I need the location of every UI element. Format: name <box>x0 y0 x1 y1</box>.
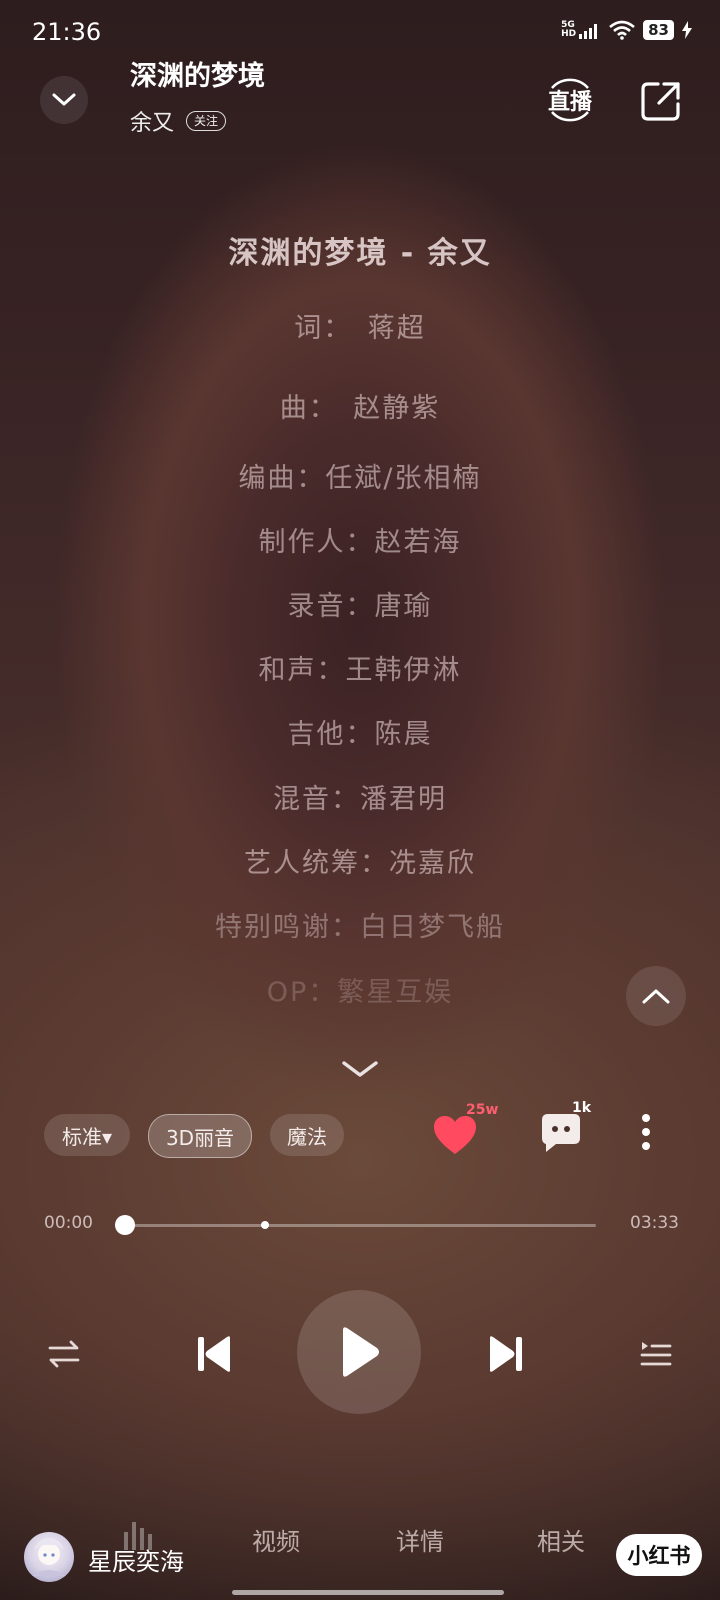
chevron-down-icon <box>52 93 76 106</box>
play-icon <box>343 1327 379 1377</box>
cellular-signal-icon <box>579 24 598 39</box>
current-time: 00:00 <box>44 1213 93 1233</box>
comments-count: 1k <box>572 1100 592 1116</box>
progress-marker <box>261 1221 269 1229</box>
follow-button[interactable]: 关注 <box>186 111 227 131</box>
collapse-button[interactable] <box>40 76 88 124</box>
more-options-button[interactable] <box>640 1112 652 1152</box>
signal-indicator: 5G HD <box>561 21 601 39</box>
comment-button[interactable]: 1k <box>540 1100 591 1154</box>
quality-selector[interactable]: 标准▾ <box>44 1114 130 1156</box>
likes-count: 25w <box>466 1102 499 1118</box>
artist-row: 余又 关注 <box>130 105 227 137</box>
artist-name[interactable]: 余又 <box>130 105 174 137</box>
play-mode-button[interactable] <box>44 1334 84 1374</box>
lyric-line[interactable]: 混音：潘君明 <box>0 777 720 816</box>
lyric-line[interactable]: 艺人统筹：冼嘉欣 <box>0 841 720 880</box>
share-icon <box>641 82 680 121</box>
comment-icon <box>542 1114 580 1152</box>
more-vertical-icon <box>642 1114 650 1150</box>
repeat-order-icon <box>48 1340 80 1368</box>
battery-level: 83 <box>643 20 674 40</box>
scroll-up-button[interactable] <box>626 966 686 1026</box>
lyric-line[interactable]: 特别鸣谢：白日梦飞船 <box>0 905 720 944</box>
chevron-up-icon <box>642 989 670 1004</box>
song-title: 深渊的梦境 <box>130 61 265 92</box>
lyric-line[interactable]: 曲： 赵静紫 <box>0 386 720 425</box>
tab-details[interactable]: 详情 <box>396 1522 444 1557</box>
lyric-line[interactable]: 词： 蒋超 <box>0 306 720 345</box>
heart-icon <box>434 1116 476 1154</box>
like-button[interactable]: 25w <box>432 1102 498 1156</box>
status-icons: 5G HD 83 <box>561 20 692 40</box>
lyric-line[interactable]: 制作人：赵若海 <box>0 520 720 559</box>
chevron-down-icon <box>342 1061 378 1077</box>
status-time: 21:36 <box>32 18 102 46</box>
sound-3d-button[interactable]: 3D丽音 <box>148 1114 252 1158</box>
wifi-icon <box>609 20 635 40</box>
next-button[interactable] <box>486 1332 526 1376</box>
status-bar: 21:36 5G HD 83 <box>32 18 692 50</box>
skip-previous-icon <box>198 1336 230 1372</box>
share-button[interactable] <box>638 78 684 124</box>
lyric-line[interactable]: 和声：王韩伊淋 <box>0 648 720 687</box>
collapse-lyrics-button[interactable] <box>340 1058 380 1082</box>
playlist-button[interactable] <box>636 1334 676 1374</box>
channel-name[interactable]: 星辰奕海 <box>88 1542 184 1577</box>
previous-button[interactable] <box>194 1332 234 1376</box>
charging-icon <box>682 21 692 39</box>
xiaohongshu-badge[interactable]: 小红书 <box>616 1534 702 1576</box>
playlist-icon <box>640 1342 672 1366</box>
skip-next-icon <box>490 1336 522 1372</box>
play-button[interactable] <box>297 1290 421 1414</box>
home-indicator[interactable] <box>232 1590 504 1595</box>
live-button[interactable]: 直播 <box>540 74 600 126</box>
progress-knob[interactable] <box>115 1215 135 1235</box>
total-time: 03:33 <box>630 1213 679 1233</box>
magic-button[interactable]: 魔法 <box>270 1114 344 1156</box>
hd-label: HD <box>561 29 577 39</box>
lyric-line[interactable]: 录音：唐瑜 <box>0 584 720 623</box>
lyric-line[interactable]: OP：繁星互娱 <box>0 970 720 1009</box>
progress-bar[interactable] <box>124 1224 596 1227</box>
avatar-illustration <box>32 1538 66 1576</box>
lyrics-title-line[interactable]: 深渊的梦境 - 余又 <box>0 228 720 272</box>
live-label: 直播 <box>547 90 592 115</box>
lyric-line[interactable]: 编曲：任斌/张相楠 <box>0 456 720 495</box>
lyric-line[interactable]: 吉他：陈晨 <box>0 712 720 751</box>
tab-video[interactable]: 视频 <box>252 1522 300 1557</box>
channel-avatar[interactable] <box>24 1532 74 1582</box>
tab-related[interactable]: 相关 <box>537 1522 585 1557</box>
